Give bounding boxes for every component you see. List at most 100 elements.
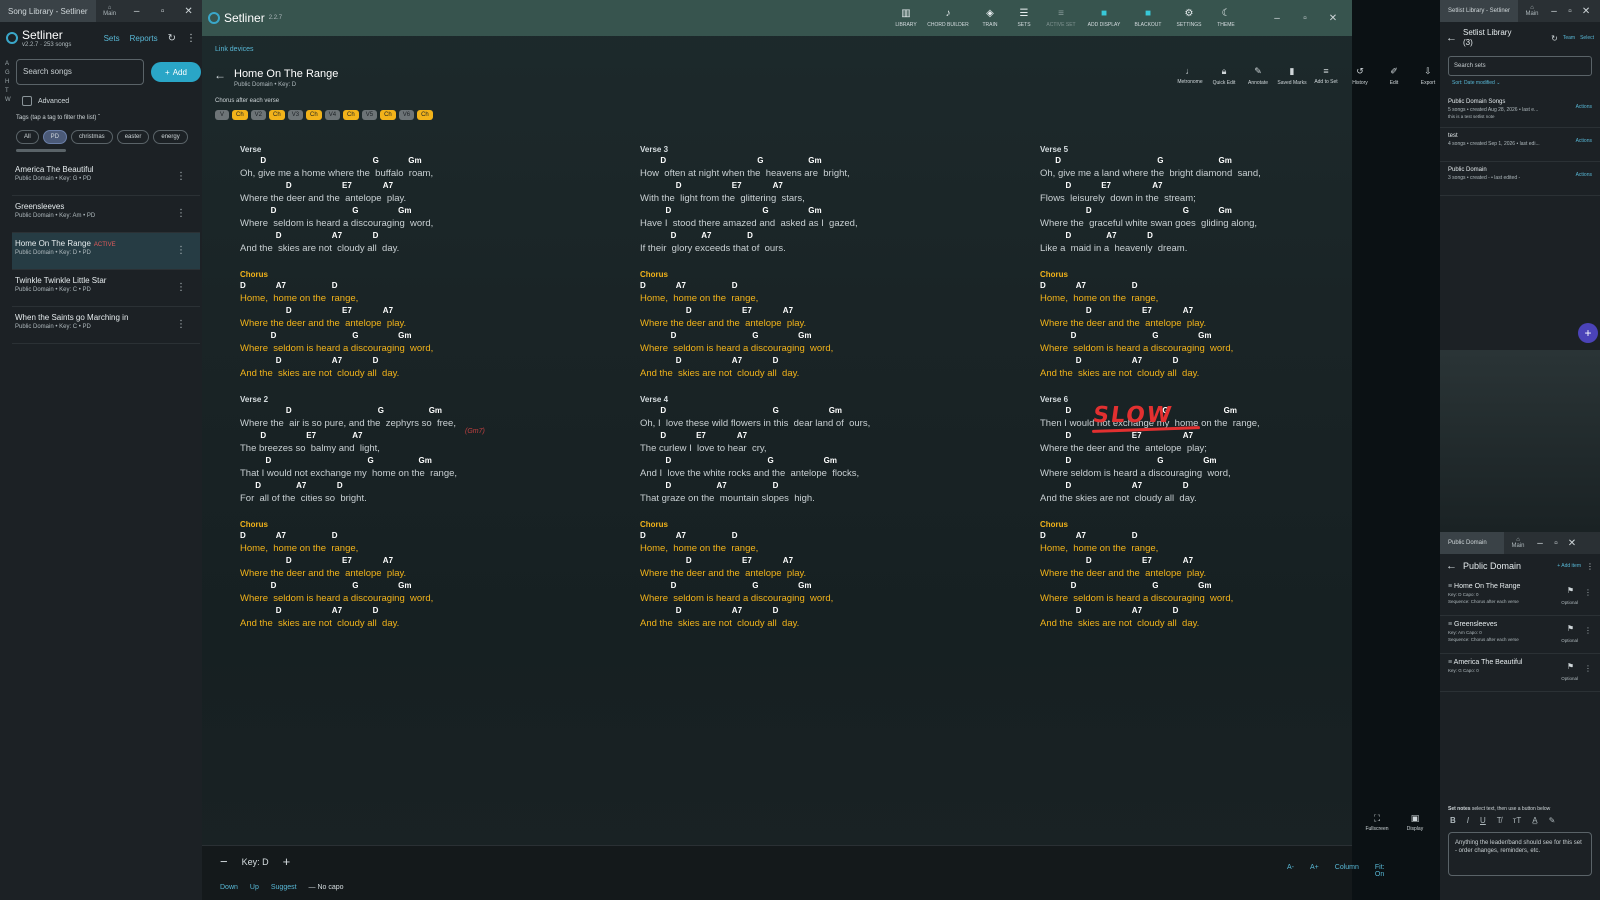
item-menu-icon[interactable]: ⋮	[1584, 626, 1592, 635]
fullscreen-button[interactable]: ⛶ Fullscreen	[1362, 813, 1392, 835]
underline-icon[interactable]: U	[1480, 816, 1486, 825]
close-button[interactable]: ✕	[1564, 538, 1580, 549]
more-icon[interactable]: ⋮	[1586, 562, 1594, 571]
font-smaller-button[interactable]: A-	[1287, 864, 1294, 878]
set-actions-button[interactable]: Actions	[1576, 138, 1592, 144]
blackout-button[interactable]: ■ BLACKOUT	[1128, 8, 1168, 28]
tag-easter[interactable]: easter	[116, 130, 150, 144]
song-item[interactable]: When the Saints go Marching in Public Dom…	[12, 307, 200, 344]
song-menu-icon[interactable]: ⋮	[176, 171, 186, 182]
sequence-pill-verse[interactable]: V6	[398, 110, 415, 120]
add-display-button[interactable]: ■ ADD DISPLAY	[1082, 8, 1126, 28]
library-button[interactable]: ▥ LIBRARY	[890, 8, 922, 28]
main-window-button[interactable]: ⌂ Main	[1504, 537, 1532, 549]
fit-toggle[interactable]: Fit: On	[1375, 864, 1385, 878]
sequence-pill-verse[interactable]: V5	[361, 110, 378, 120]
set-notes-textarea[interactable]: Anything the leader/band should see for …	[1448, 832, 1592, 876]
flag-icon[interactable]: ⚑	[1567, 662, 1574, 671]
set-song-item[interactable]: ≡ Greensleeves Key: Am Capo: 0 Sequence: C…	[1440, 616, 1600, 654]
set-actions-button[interactable]: Actions	[1576, 172, 1592, 178]
add-song-button[interactable]: + Add	[151, 62, 201, 82]
add-item-link[interactable]: + Add item	[1557, 563, 1581, 569]
transpose-down-link[interactable]: Down	[220, 884, 238, 891]
chord-builder-button[interactable]: ♪ CHORD BUILDER	[924, 8, 972, 28]
tag-energy[interactable]: energy	[153, 130, 188, 144]
text-size-icon[interactable]: ᴛT	[1513, 816, 1522, 825]
sets-link[interactable]: Sets	[104, 34, 120, 43]
reports-link[interactable]: Reports	[130, 34, 158, 43]
set-item[interactable]: Public Domain Songs 5 songs • created Aug…	[1440, 94, 1600, 128]
maximize-button[interactable]: ▫	[150, 6, 176, 17]
search-sets-input[interactable]: Search sets	[1448, 56, 1592, 76]
sequence-pill-chorus[interactable]: Ch	[269, 110, 285, 120]
refresh-icon[interactable]: ↻	[1551, 34, 1558, 43]
song-menu-icon[interactable]: ⋮	[176, 208, 186, 219]
clear-format-icon[interactable]: T̸	[1497, 816, 1502, 825]
main-window-button[interactable]: ⌂ Main	[96, 5, 124, 17]
alpha-a[interactable]: A	[5, 60, 13, 69]
alpha-g[interactable]: G	[5, 69, 13, 78]
close-button[interactable]: ✕	[176, 6, 202, 17]
sort-dropdown[interactable]: Sort: Date modified ⌄	[1452, 80, 1588, 86]
song-item[interactable]: Greensleeves Public Domain • Key: Am • PD…	[12, 196, 200, 233]
refresh-icon[interactable]: ↻	[168, 33, 176, 44]
flag-icon[interactable]: ⚑	[1567, 624, 1574, 633]
transpose-up-link[interactable]: Up	[250, 884, 259, 891]
alpha-t[interactable]: T	[5, 87, 13, 96]
close-button[interactable]: ✕	[1320, 13, 1346, 24]
sequence-pill-chorus[interactable]: Ch	[232, 110, 248, 120]
key-up-button[interactable]: +	[283, 854, 291, 869]
chevron-up-icon[interactable]: ˆ	[98, 115, 100, 121]
theme-button[interactable]: ☾ THEME	[1210, 8, 1242, 28]
select-link[interactable]: Select	[1580, 35, 1594, 41]
sequence-pill-verse[interactable]: V4	[324, 110, 341, 120]
song-item-active[interactable]: Home On The Range ACTIVE Public Domain • K…	[12, 233, 200, 270]
song-menu-icon[interactable]: ⋮	[176, 319, 186, 330]
alpha-h[interactable]: H	[5, 78, 13, 87]
advanced-toggle[interactable]: Advanced	[22, 96, 69, 106]
sets-button[interactable]: ☰ SETS	[1008, 8, 1040, 28]
quick-edit-button[interactable]: 🔒︎ Quick Edit	[1209, 66, 1239, 86]
tag-all[interactable]: All	[16, 130, 39, 144]
add-set-fab[interactable]: +	[1578, 323, 1598, 343]
search-songs-input[interactable]: Search songs	[16, 59, 144, 85]
font-larger-button[interactable]: A+	[1310, 864, 1319, 878]
back-arrow-icon[interactable]: ←	[1446, 32, 1457, 44]
add-to-set-button[interactable]: ≡ Add to Set	[1311, 66, 1341, 86]
maximize-button[interactable]: ▫	[1292, 13, 1318, 24]
maximize-button[interactable]: ▫	[1562, 6, 1578, 17]
highlight-icon[interactable]: ✎	[1549, 816, 1556, 825]
saved-marks-button[interactable]: ▮ Saved Marks	[1277, 66, 1307, 86]
back-arrow-icon[interactable]: ←	[1446, 560, 1457, 572]
settings-button[interactable]: ⚙ SETTINGS	[1170, 8, 1208, 28]
suggest-link[interactable]: Suggest	[271, 884, 297, 891]
setlist-window-tab[interactable]: Setlist Library - Setliner	[1440, 0, 1519, 22]
set-detail-tab[interactable]: Public Domain	[1440, 532, 1504, 554]
bold-icon[interactable]: B	[1450, 816, 1456, 825]
item-menu-icon[interactable]: ⋮	[1584, 664, 1592, 673]
minimize-button[interactable]: –	[1532, 538, 1548, 549]
song-menu-icon[interactable]: ⋮	[176, 245, 186, 256]
text-color-icon[interactable]: A̲	[1532, 816, 1537, 825]
train-button[interactable]: ◈ TRAIN	[974, 8, 1006, 28]
song-item[interactable]: Twinkle Twinkle Little Star Public Domain…	[12, 270, 200, 307]
tag-christmas[interactable]: christmas	[71, 130, 113, 144]
display-button[interactable]: ▣ Display	[1400, 813, 1430, 835]
set-actions-button[interactable]: Actions	[1576, 104, 1592, 110]
set-item[interactable]: Public Domain 3 songs • created - • last …	[1440, 162, 1600, 196]
italic-icon[interactable]: I	[1467, 816, 1469, 825]
alpha-w[interactable]: W	[5, 96, 13, 105]
sequence-pill-chorus[interactable]: Ch	[343, 110, 359, 120]
sequence-pill-verse[interactable]: V	[215, 110, 229, 120]
advanced-checkbox[interactable]	[22, 96, 32, 106]
song-menu-icon[interactable]: ⋮	[176, 282, 186, 293]
sequence-pill-verse[interactable]: V2	[250, 110, 267, 120]
more-icon[interactable]: ⋮	[186, 33, 196, 44]
capo-status[interactable]: — No capo	[309, 884, 344, 891]
back-arrow-icon[interactable]: ←	[214, 68, 226, 88]
minimize-button[interactable]: –	[1264, 13, 1290, 24]
set-item[interactable]: test 4 songs • created Sep 1, 2026 • last…	[1440, 128, 1600, 162]
sequence-pill-chorus[interactable]: Ch	[417, 110, 433, 120]
maximize-button[interactable]: ▫	[1548, 538, 1564, 549]
item-menu-icon[interactable]: ⋮	[1584, 588, 1592, 597]
